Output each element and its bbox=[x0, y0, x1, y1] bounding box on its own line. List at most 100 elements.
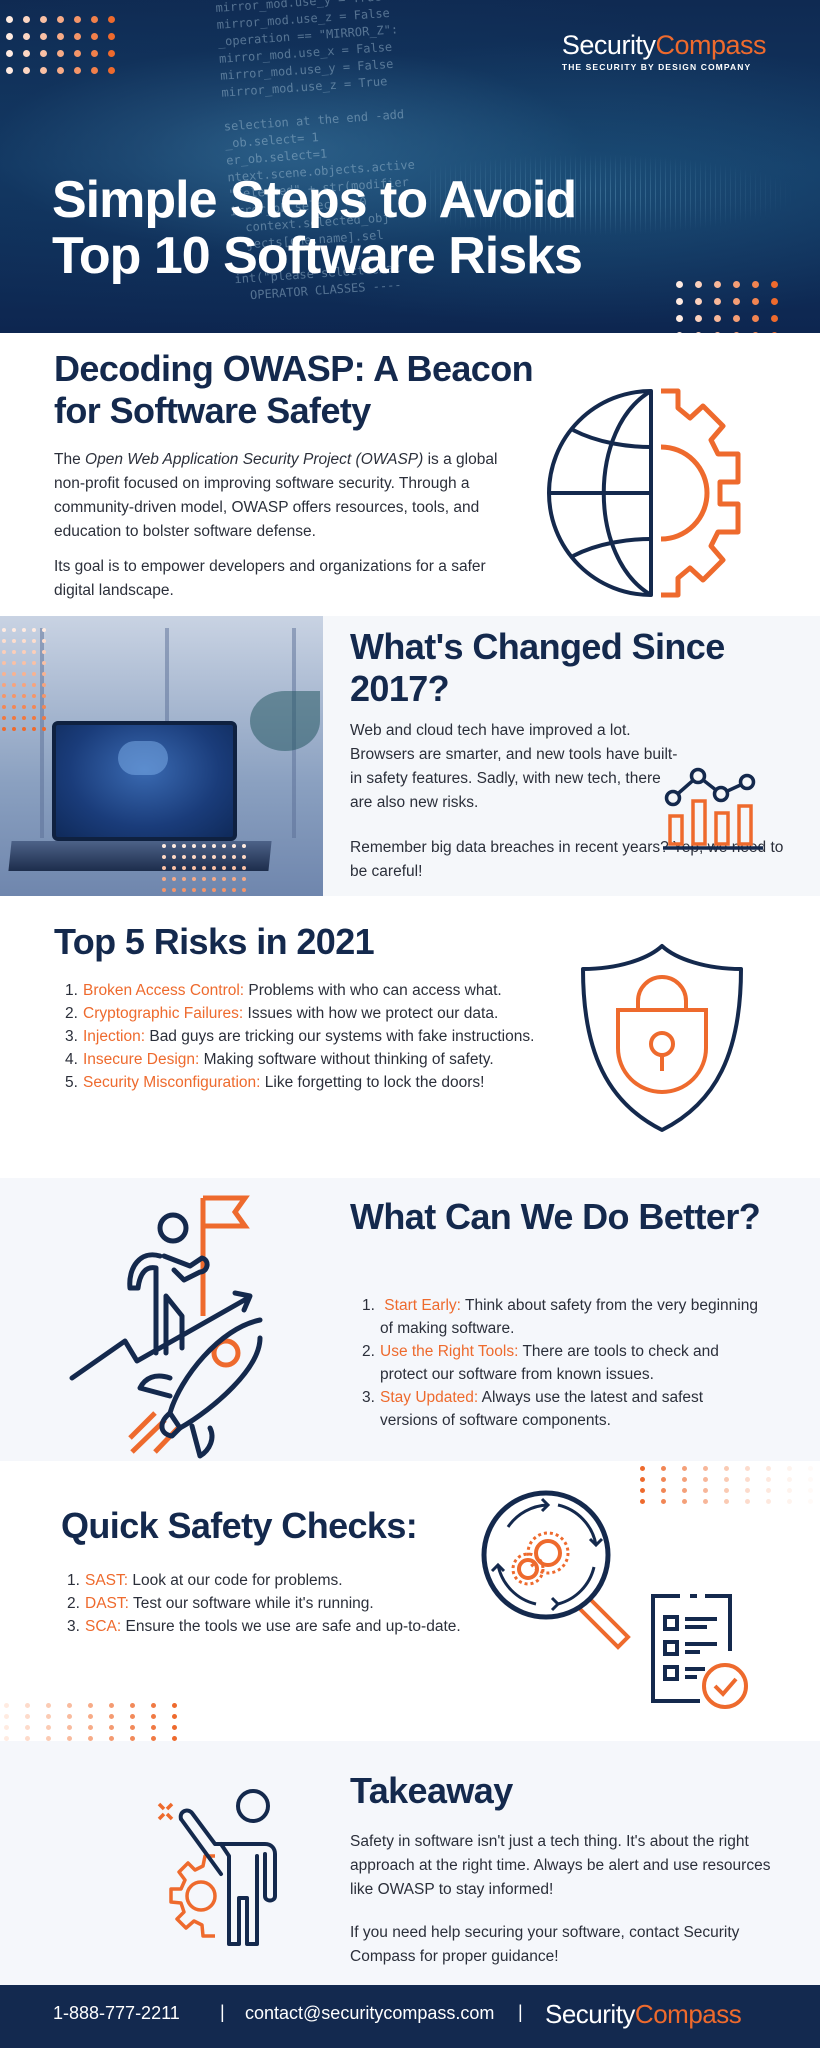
dot bbox=[682, 1499, 687, 1504]
dot bbox=[23, 33, 30, 40]
phone-link[interactable]: 1-888-777-2211 bbox=[53, 2003, 180, 2024]
dot bbox=[703, 1499, 708, 1504]
item-text: Test our software while it's running. bbox=[128, 1595, 374, 1612]
section-heading: Decoding OWASP: A Beacon for Software Sa… bbox=[54, 348, 534, 431]
item-key: Cryptographic Failures: bbox=[83, 1005, 244, 1022]
dot bbox=[42, 650, 46, 654]
section-whats-changed: What's Changed Since 2017? Web and cloud… bbox=[0, 616, 820, 914]
dot bbox=[182, 888, 186, 892]
dot bbox=[162, 888, 166, 892]
dot bbox=[57, 50, 64, 57]
dot bbox=[202, 866, 206, 870]
dot bbox=[23, 50, 30, 57]
dot bbox=[42, 639, 46, 643]
section-top-5-risks: Top 5 Risks in 2021 1. Broken Access Cont… bbox=[0, 896, 820, 1178]
contact-cta: If you need help securing your software,… bbox=[350, 1924, 740, 1965]
dot bbox=[787, 1499, 792, 1504]
dot bbox=[22, 683, 26, 687]
list-item: 3. SCA: Ensure the tools we use are safe … bbox=[67, 1615, 517, 1638]
dot bbox=[2, 694, 6, 698]
dot bbox=[151, 1725, 156, 1730]
dot bbox=[22, 650, 26, 654]
dot bbox=[808, 1488, 813, 1493]
dot bbox=[242, 844, 246, 848]
dot bbox=[172, 888, 176, 892]
dot bbox=[91, 33, 98, 40]
dot bbox=[724, 1488, 729, 1493]
dot bbox=[25, 1725, 30, 1730]
dot bbox=[12, 650, 16, 654]
title-line-1: Simple Steps to Avoid bbox=[52, 171, 577, 229]
dot bbox=[23, 16, 30, 23]
item-key: SCA: bbox=[85, 1618, 122, 1635]
decorative-dots bbox=[2, 628, 52, 731]
item-number: 2. bbox=[67, 1595, 80, 1612]
section-heading: What Can We Do Better? bbox=[350, 1196, 761, 1237]
dot bbox=[6, 50, 13, 57]
decorative-dots bbox=[6, 16, 125, 74]
dot bbox=[32, 694, 36, 698]
cloud-graphic bbox=[118, 741, 168, 775]
dot bbox=[130, 1703, 135, 1708]
dot bbox=[130, 1714, 135, 1719]
dot bbox=[766, 1477, 771, 1482]
dot bbox=[695, 298, 702, 305]
dot bbox=[724, 1477, 729, 1482]
list-item: 2. Cryptographic Failures: Issues with ho… bbox=[65, 1002, 555, 1025]
dot bbox=[162, 855, 166, 859]
checklist-icon bbox=[651, 1594, 748, 1709]
dot bbox=[22, 639, 26, 643]
dot bbox=[67, 1714, 72, 1719]
magnifier-gears-icon bbox=[481, 1490, 631, 1650]
dot bbox=[808, 1466, 813, 1471]
email-link[interactable]: contact@securitycompass.com bbox=[245, 2003, 494, 2024]
dot bbox=[745, 1477, 750, 1482]
dot bbox=[2, 661, 6, 665]
plant bbox=[250, 691, 320, 751]
dot bbox=[752, 281, 759, 288]
shield-lock-icon bbox=[581, 944, 743, 1132]
logo-word-compass: Compass bbox=[655, 30, 766, 60]
item-text: Issues with how we protect our data. bbox=[243, 1005, 499, 1022]
dot bbox=[232, 855, 236, 859]
item-key: DAST: bbox=[85, 1595, 129, 1612]
dot bbox=[202, 888, 206, 892]
dot bbox=[162, 877, 166, 881]
dot bbox=[12, 694, 16, 698]
dot bbox=[4, 1725, 9, 1730]
section-do-better: What Can We Do Better? 1. Start Early: T… bbox=[0, 1178, 820, 1461]
dot bbox=[12, 683, 16, 687]
dot bbox=[46, 1725, 51, 1730]
logo-word-security: Security bbox=[561, 30, 656, 60]
dot bbox=[202, 855, 206, 859]
dot bbox=[771, 298, 778, 305]
dot bbox=[12, 639, 16, 643]
dot bbox=[182, 877, 186, 881]
dot bbox=[32, 661, 36, 665]
logo-word-security: Security bbox=[545, 1999, 635, 2029]
dot bbox=[787, 1488, 792, 1493]
dot bbox=[2, 628, 6, 632]
dot bbox=[212, 866, 216, 870]
brand-logo[interactable]: SecurityCompass THE SECURITY BY DESIGN C… bbox=[561, 30, 767, 72]
dot bbox=[46, 1714, 51, 1719]
dot bbox=[640, 1477, 645, 1482]
dot bbox=[108, 50, 115, 57]
item-number: 3. bbox=[362, 1389, 375, 1406]
footer-logo[interactable]: SecurityCompass bbox=[545, 1999, 742, 2030]
dot bbox=[12, 628, 16, 632]
dot bbox=[46, 1703, 51, 1708]
item-text: Bad guys are tricking our systems with f… bbox=[145, 1028, 535, 1045]
dot bbox=[2, 672, 6, 676]
dot bbox=[22, 705, 26, 709]
dot bbox=[88, 1714, 93, 1719]
dot bbox=[57, 33, 64, 40]
dot bbox=[661, 1488, 666, 1493]
decorative-dots bbox=[676, 281, 790, 333]
section-heading: Quick Safety Checks: bbox=[61, 1505, 418, 1546]
dot bbox=[232, 844, 236, 848]
dot bbox=[808, 1477, 813, 1482]
dot bbox=[57, 67, 64, 74]
dot bbox=[182, 844, 186, 848]
dot bbox=[733, 281, 740, 288]
